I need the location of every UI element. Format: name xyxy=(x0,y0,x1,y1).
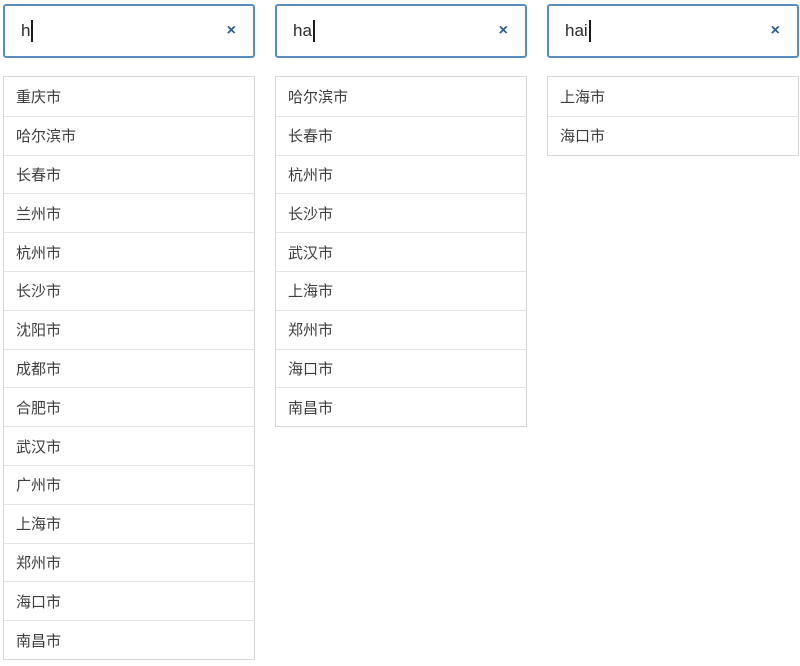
suggestion-item[interactable]: 杭州市 xyxy=(4,232,254,271)
suggestions-list-1: 重庆市哈尔滨市长春市兰州市杭州市长沙市沈阳市成都市合肥市武汉市广州市上海市郑州市… xyxy=(3,76,255,660)
suggestion-item[interactable]: 郑州市 xyxy=(276,310,526,349)
suggestion-item[interactable]: 武汉市 xyxy=(4,426,254,465)
search-input-2[interactable]: ha × xyxy=(275,4,527,58)
text-caret xyxy=(313,20,315,42)
suggestion-item[interactable]: 广州市 xyxy=(4,465,254,504)
suggestions-list-2: 哈尔滨市长春市杭州市长沙市武汉市上海市郑州市海口市南昌市 xyxy=(275,76,527,427)
suggestion-item[interactable]: 长春市 xyxy=(4,155,254,194)
suggestion-item[interactable]: 海口市 xyxy=(276,349,526,388)
clear-icon[interactable]: × xyxy=(771,23,780,39)
suggestion-item[interactable]: 武汉市 xyxy=(276,232,526,271)
clear-icon[interactable]: × xyxy=(227,23,236,39)
suggestion-item[interactable]: 海口市 xyxy=(4,581,254,620)
search-input-value: h xyxy=(21,21,30,41)
suggestion-item[interactable]: 上海市 xyxy=(548,77,798,116)
suggestion-item[interactable]: 上海市 xyxy=(276,271,526,310)
autocomplete-widget-3: hai × 上海市海口市 xyxy=(547,4,799,666)
suggestion-item[interactable]: 长沙市 xyxy=(276,193,526,232)
clear-icon[interactable]: × xyxy=(499,23,508,39)
suggestion-item[interactable]: 哈尔滨市 xyxy=(276,77,526,116)
suggestion-item[interactable]: 重庆市 xyxy=(4,77,254,116)
search-input-value: hai xyxy=(565,21,588,41)
suggestion-item[interactable]: 郑州市 xyxy=(4,543,254,582)
autocomplete-demo-page: h × 重庆市哈尔滨市长春市兰州市杭州市长沙市沈阳市成都市合肥市武汉市广州市上海… xyxy=(0,0,800,666)
search-input-3[interactable]: hai × xyxy=(547,4,799,58)
suggestion-item[interactable]: 合肥市 xyxy=(4,387,254,426)
autocomplete-widget-1: h × 重庆市哈尔滨市长春市兰州市杭州市长沙市沈阳市成都市合肥市武汉市广州市上海… xyxy=(3,4,255,666)
search-input-value: ha xyxy=(293,21,312,41)
suggestion-item[interactable]: 成都市 xyxy=(4,349,254,388)
search-input-1[interactable]: h × xyxy=(3,4,255,58)
suggestion-item[interactable]: 兰州市 xyxy=(4,193,254,232)
suggestion-item[interactable]: 南昌市 xyxy=(276,387,526,426)
suggestion-item[interactable]: 上海市 xyxy=(4,504,254,543)
autocomplete-widget-2: ha × 哈尔滨市长春市杭州市长沙市武汉市上海市郑州市海口市南昌市 xyxy=(275,4,527,666)
text-caret xyxy=(589,20,591,42)
text-caret xyxy=(31,20,33,42)
suggestions-list-3: 上海市海口市 xyxy=(547,76,799,156)
suggestion-item[interactable]: 南昌市 xyxy=(4,620,254,659)
suggestion-item[interactable]: 哈尔滨市 xyxy=(4,116,254,155)
suggestion-item[interactable]: 长沙市 xyxy=(4,271,254,310)
suggestion-item[interactable]: 沈阳市 xyxy=(4,310,254,349)
suggestion-item[interactable]: 海口市 xyxy=(548,116,798,155)
suggestion-item[interactable]: 杭州市 xyxy=(276,155,526,194)
suggestion-item[interactable]: 长春市 xyxy=(276,116,526,155)
